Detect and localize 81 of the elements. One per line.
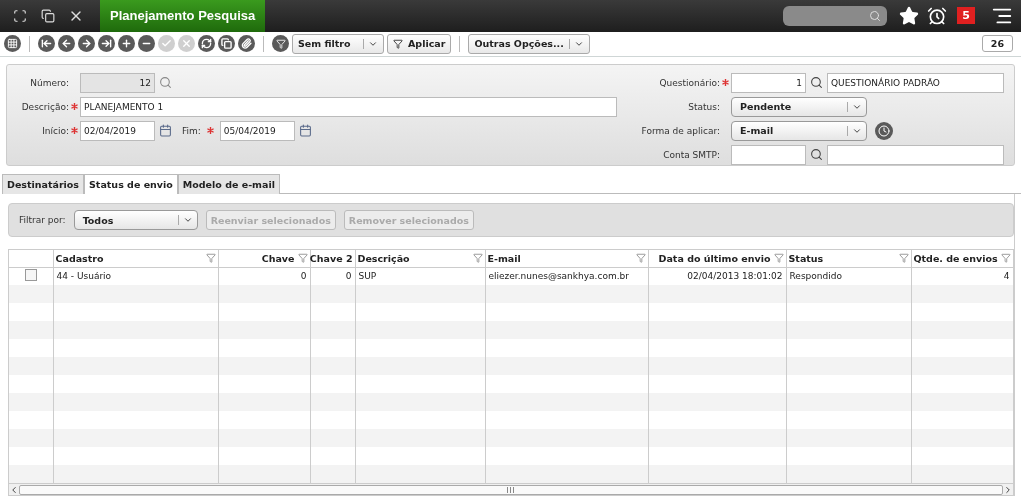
search-icon[interactable] (810, 76, 823, 90)
column-header[interactable]: Chave (218, 250, 310, 267)
remove-button[interactable] (138, 35, 155, 53)
search-icon (869, 9, 882, 22)
record-count: 26 (981, 35, 1013, 53)
filter-button[interactable] (272, 35, 289, 53)
notification-badge[interactable]: 5 (957, 7, 975, 25)
star-icon[interactable] (899, 5, 920, 26)
tab[interactable]: Modelo de e-mail (177, 174, 280, 194)
attach-button[interactable] (238, 35, 255, 53)
field-label: Conta SMTP: (662, 149, 720, 160)
arrow-left-icon (61, 38, 72, 50)
bar-arrow-left-icon (41, 38, 52, 50)
required-icon (71, 127, 78, 135)
grip-icon (507, 486, 515, 493)
plus-icon (121, 38, 132, 50)
field-label: Número: (29, 77, 69, 88)
filter-label: Filtrar por: (19, 215, 66, 225)
field-label: Início: (41, 125, 69, 136)
refresh-button[interactable] (198, 35, 215, 53)
filter-dropdown[interactable]: Todos (73, 210, 198, 230)
bar-arrow-right-icon (101, 38, 112, 50)
method-dropdown[interactable]: E-mail (731, 120, 867, 141)
caret-icon (182, 215, 193, 225)
status-dropdown[interactable]: Pendente (731, 96, 867, 117)
number-field: 12 (80, 72, 155, 93)
description-field[interactable]: PLANEJAMENTO 1 (80, 96, 617, 117)
add-button[interactable] (118, 35, 135, 53)
clock-icon (878, 124, 890, 137)
field-label: Questionário: (658, 77, 720, 88)
column-header[interactable]: Qtde. de envios (911, 250, 1013, 267)
required-icon (206, 127, 214, 135)
filter-icon (393, 38, 403, 49)
filter-dropdown[interactable]: Sem filtro (292, 33, 384, 54)
schedule-button[interactable] (875, 121, 893, 140)
copy-button[interactable] (218, 35, 235, 53)
questionnaire-name-field: QUESTIONÁRIO PADRÃO (827, 72, 1004, 93)
apply-button[interactable]: Aplicar (387, 33, 452, 54)
x-icon (181, 38, 192, 50)
required-icon (71, 103, 78, 111)
field-label: Forma de aplicar: (640, 125, 720, 136)
search-field[interactable] (783, 5, 888, 26)
calendar-icon[interactable] (298, 124, 312, 138)
questionnaire-code-field[interactable]: 1 (731, 72, 806, 93)
required-icon (722, 79, 729, 87)
grid-icon (7, 38, 18, 50)
field-label: Status: (687, 101, 720, 112)
filter-icon (275, 38, 286, 49)
copy-icon (221, 38, 232, 50)
column-header[interactable]: Status (786, 250, 911, 267)
previous-record-button[interactable] (58, 35, 75, 53)
search-icon[interactable] (810, 148, 823, 162)
scroll-left-icon[interactable] (9, 484, 19, 495)
tab[interactable]: Status de envio (84, 174, 178, 194)
column-header[interactable]: Cadastro (53, 250, 218, 267)
restore-icon[interactable] (41, 8, 55, 23)
refresh-icon (201, 38, 212, 50)
alarm-clock-icon[interactable] (927, 5, 948, 26)
column-header[interactable]: Data do último envio (648, 250, 786, 267)
paperclip-icon (241, 38, 252, 50)
smtp-code-field[interactable] (731, 144, 806, 165)
end-date-field[interactable]: 05/04/2019 (219, 120, 295, 141)
scroll-right-icon[interactable] (1003, 484, 1013, 495)
first-record-button[interactable] (38, 35, 55, 53)
maximize-icon[interactable] (13, 8, 27, 23)
column-header[interactable]: E-mail (485, 250, 648, 267)
options-dropdown[interactable]: Outras Opções... (468, 33, 590, 54)
next-record-button[interactable] (78, 35, 95, 53)
start-date-field[interactable]: 02/04/2019 (80, 120, 155, 141)
field-label: Descrição: (20, 101, 69, 112)
calendar-icon[interactable] (159, 124, 172, 138)
column-header[interactable]: Chave 2 (310, 250, 355, 267)
tab[interactable]: Destinatários (2, 174, 85, 194)
row-checkbox[interactable] (24, 269, 37, 282)
column-header[interactable]: Descrição (355, 250, 485, 267)
last-record-button[interactable] (98, 35, 115, 53)
grid-button[interactable] (4, 35, 21, 53)
horizontal-scrollbar[interactable] (9, 483, 1013, 495)
field-label: Fim: (182, 125, 201, 136)
arrow-right-icon (81, 38, 92, 50)
window-tab[interactable]: Planejamento Pesquisa (100, 0, 266, 32)
